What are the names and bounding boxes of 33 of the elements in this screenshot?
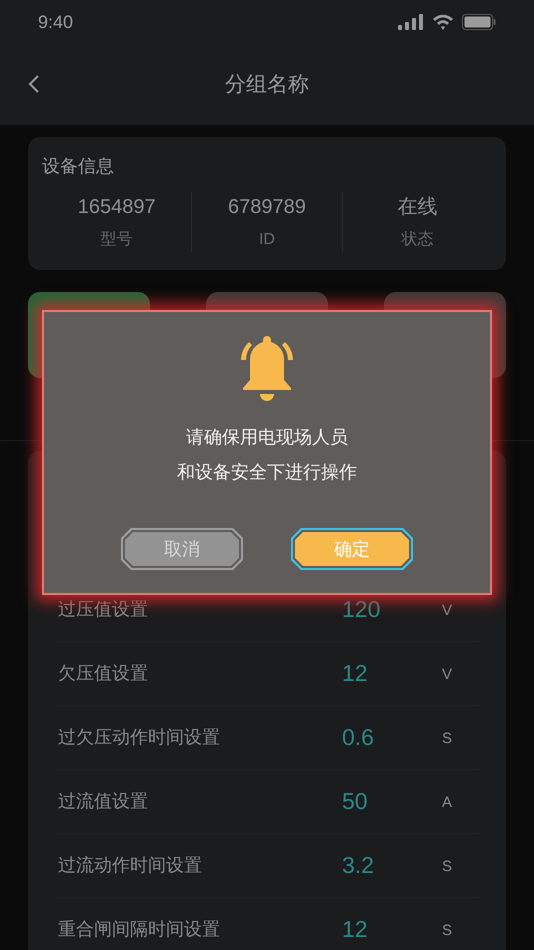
setting-value[interactable]: 120 xyxy=(342,592,442,626)
unit-label: V xyxy=(442,600,452,621)
info-label: 状态 xyxy=(401,230,434,250)
info-value: 1654897 xyxy=(78,195,156,220)
status-time: 9:40 xyxy=(38,10,74,34)
unit-label: A xyxy=(442,793,452,814)
setting-value[interactable]: 0.6 xyxy=(342,720,442,755)
page-title: 分组名称 xyxy=(225,72,309,98)
setting-value[interactable]: 12 xyxy=(342,656,442,691)
wifi-icon xyxy=(432,14,454,30)
unit-label: S xyxy=(442,921,452,942)
setting-label: 欠压值设置 xyxy=(57,662,149,685)
info-label: ID xyxy=(258,230,275,250)
info-value: 在线 xyxy=(397,195,438,220)
info-value: 6789789 xyxy=(228,195,306,220)
setting-value[interactable]: 50 xyxy=(342,784,442,819)
unit-label: S xyxy=(442,857,452,878)
card-title: 设备信息 xyxy=(42,155,115,178)
setting-label: 过欠压动作时间设置 xyxy=(57,726,221,749)
signal-icon xyxy=(398,14,424,30)
battery-icon xyxy=(462,14,496,30)
unit-label: V xyxy=(442,665,452,686)
setting-label: 过流动作时间设置 xyxy=(57,854,203,877)
setting-label: 重合闸间隔时间设置 xyxy=(57,918,221,941)
unit-label: S xyxy=(442,729,452,750)
setting-value[interactable]: 12 xyxy=(342,912,442,947)
dialog-message: 和设备安全下进行操作 xyxy=(177,461,357,484)
dialog-message: 请确保用电现场人员 xyxy=(186,426,348,449)
info-label: 型号 xyxy=(100,230,133,250)
setting-label: 过压值设置 xyxy=(57,598,149,620)
setting-label: 过流值设置 xyxy=(57,790,149,813)
setting-value[interactable]: 3.2 xyxy=(342,848,442,883)
cancel-button[interactable]: 取消 xyxy=(121,528,243,570)
